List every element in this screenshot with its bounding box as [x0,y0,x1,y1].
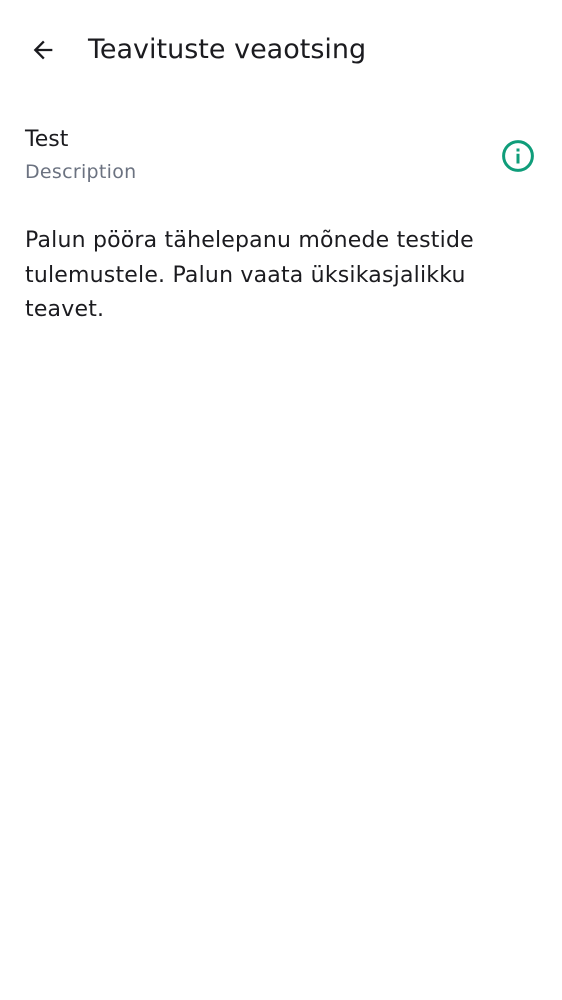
test-description: Description [25,161,137,183]
app-bar: Teavituste veaotsing [0,0,562,100]
test-title: Test [25,127,69,152]
diagnostic-message: Palun pööra tähelepanu mõnede testide tu… [25,228,474,322]
back-button[interactable] [19,26,67,74]
page-title: Teavituste veaotsing [88,34,367,65]
arrow-back-icon [29,36,57,64]
test-list-item: Test Description [0,118,562,194]
info-circle-icon [500,138,536,174]
info-button[interactable] [496,134,540,178]
